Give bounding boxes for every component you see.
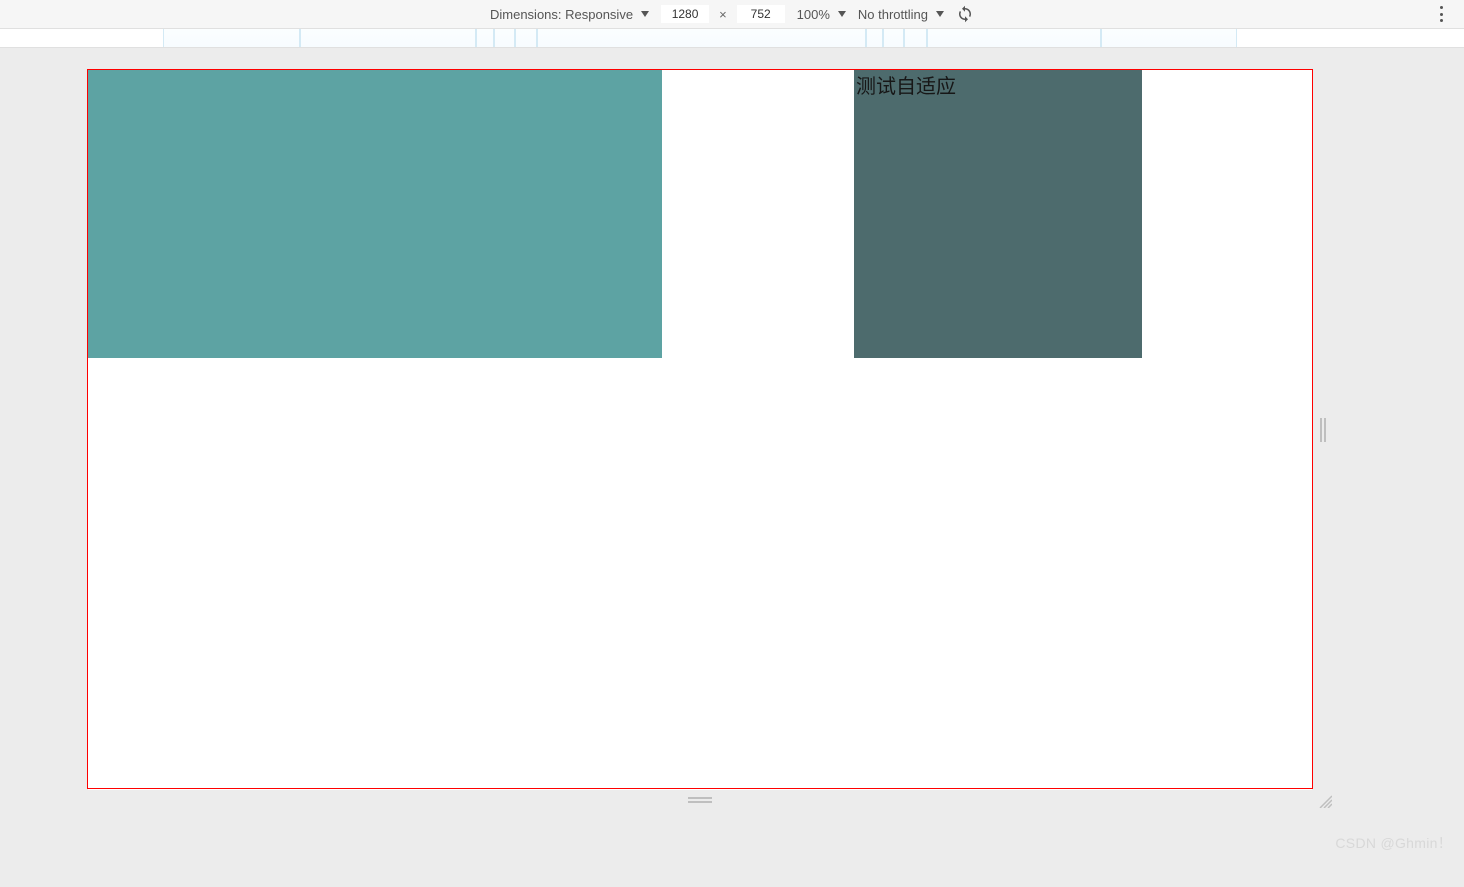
- zoom-dropdown[interactable]: 100%: [797, 7, 846, 22]
- dimensions-label: Dimensions: Responsive: [490, 7, 633, 22]
- right-box-text: 测试自适应: [856, 76, 956, 98]
- chevron-down-icon: [838, 11, 846, 17]
- kebab-dot-icon: [1440, 19, 1443, 22]
- dimension-separator: ×: [719, 7, 727, 22]
- rotate-button[interactable]: [956, 5, 974, 23]
- chevron-down-icon: [936, 11, 944, 17]
- resize-corner-icon: [1318, 794, 1332, 808]
- kebab-dot-icon: [1440, 6, 1443, 9]
- throttling-label: No throttling: [858, 7, 928, 22]
- resize-handle-corner[interactable]: [1312, 790, 1334, 810]
- zoom-label: 100%: [797, 7, 830, 22]
- page-content: 测试自适应: [88, 70, 1312, 788]
- media-query-segment[interactable]: [883, 29, 904, 47]
- watermark-text: CSDN @Ghmin！: [1335, 833, 1452, 853]
- height-input[interactable]: [737, 5, 785, 23]
- resize-handle-right[interactable]: [1312, 70, 1334, 790]
- kebab-dot-icon: [1440, 13, 1443, 16]
- width-input[interactable]: [661, 5, 709, 23]
- right-box: 测试自适应: [854, 70, 1142, 358]
- media-query-segment[interactable]: [300, 29, 476, 47]
- media-query-segment[interactable]: [866, 29, 883, 47]
- grip-vertical-icon: [1320, 418, 1326, 442]
- throttling-dropdown[interactable]: No throttling: [858, 7, 944, 22]
- media-query-segment[interactable]: [494, 29, 515, 47]
- media-query-segment[interactable]: [904, 29, 927, 47]
- rotate-icon: [956, 5, 974, 23]
- resize-handle-bottom[interactable]: [88, 790, 1312, 810]
- devtools-device-toolbar: Dimensions: Responsive × 100% No throttl…: [0, 0, 1464, 28]
- media-query-segment[interactable]: [1101, 29, 1237, 47]
- media-query-segment[interactable]: [537, 29, 866, 47]
- media-query-segment[interactable]: [515, 29, 537, 47]
- dimensions-dropdown[interactable]: Dimensions: Responsive: [490, 7, 649, 22]
- dimensions-inputs: ×: [661, 5, 785, 23]
- media-query-segment[interactable]: [163, 29, 300, 47]
- more-options-button[interactable]: [1434, 6, 1448, 22]
- chevron-down-icon: [641, 11, 649, 17]
- media-query-ruler[interactable]: [0, 28, 1464, 48]
- emulated-viewport: 测试自适应: [88, 70, 1312, 790]
- media-query-segment[interactable]: [927, 29, 1101, 47]
- left-box: [88, 70, 662, 358]
- grip-horizontal-icon: [688, 797, 712, 803]
- media-query-segment[interactable]: [476, 29, 494, 47]
